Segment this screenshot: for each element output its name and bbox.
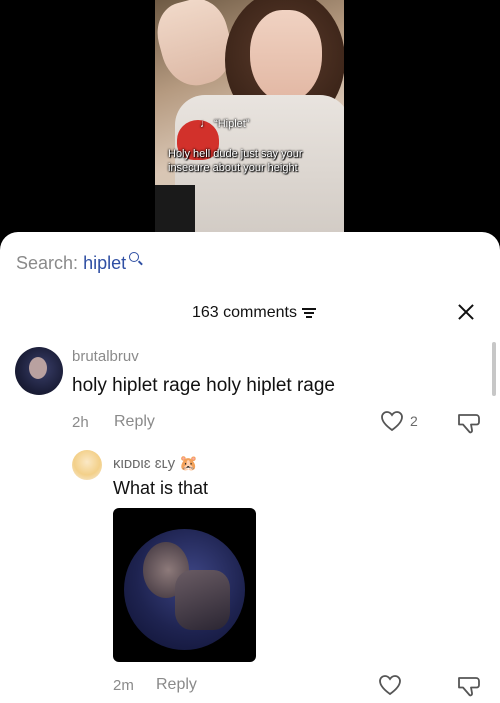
- video-face: [250, 10, 322, 102]
- heart-icon: [381, 411, 403, 432]
- reply-dislike-icon[interactable]: [456, 674, 482, 698]
- reply-time: 2m: [113, 677, 134, 694]
- comment-username[interactable]: brutalbruv: [72, 348, 139, 365]
- search-term[interactable]: hiplet: [83, 253, 126, 273]
- attachment-arm: [175, 570, 230, 630]
- heart-icon: [379, 675, 401, 696]
- reply-avatar[interactable]: [72, 450, 102, 480]
- search-icon[interactable]: [129, 252, 140, 262]
- scrollbar[interactable]: [492, 342, 496, 396]
- comments-sheet: Search: hiplet 163 comments brutalbruv h…: [0, 232, 500, 703]
- comments-count-label: 163 comments: [192, 304, 297, 321]
- search-prefix: Search:: [16, 253, 79, 273]
- like-count: 2: [410, 413, 418, 429]
- video-area[interactable]: ♩ “Hiplet” Holy hell dude just say your …: [0, 0, 500, 250]
- reply-reply-button[interactable]: Reply: [156, 676, 197, 694]
- sound-label: “Hiplet”: [214, 118, 250, 130]
- music-note-icon: ♩: [200, 118, 211, 130]
- comment-time: 2h: [72, 414, 89, 431]
- avatar[interactable]: [15, 347, 63, 395]
- reply-username[interactable]: κιᴅᴅιɛ ɛʟy 🐹: [113, 454, 198, 472]
- video-caption-line1: Holy hell dude just say your: [168, 148, 303, 160]
- reply-text: What is that: [113, 478, 209, 498]
- like-button[interactable]: 2: [380, 410, 418, 432]
- comments-count[interactable]: 163 comments: [192, 304, 316, 322]
- avatar-head: [29, 357, 47, 379]
- close-icon[interactable]: [456, 302, 476, 322]
- video-caption-line2: insecure about your height: [168, 162, 298, 174]
- dislike-icon[interactable]: [456, 411, 482, 435]
- reply-button[interactable]: Reply: [114, 413, 155, 431]
- comment-text: holy hiplet rage holy hiplet rage: [72, 375, 336, 396]
- sort-filter-icon[interactable]: [301, 307, 316, 319]
- video-shirt-print: [155, 185, 195, 235]
- sound-tag[interactable]: ♩ “Hiplet”: [200, 118, 290, 130]
- reply-like-button[interactable]: [378, 674, 402, 696]
- search-suggestion[interactable]: Search: hiplet: [16, 252, 140, 274]
- reply-image-attachment[interactable]: [113, 508, 256, 662]
